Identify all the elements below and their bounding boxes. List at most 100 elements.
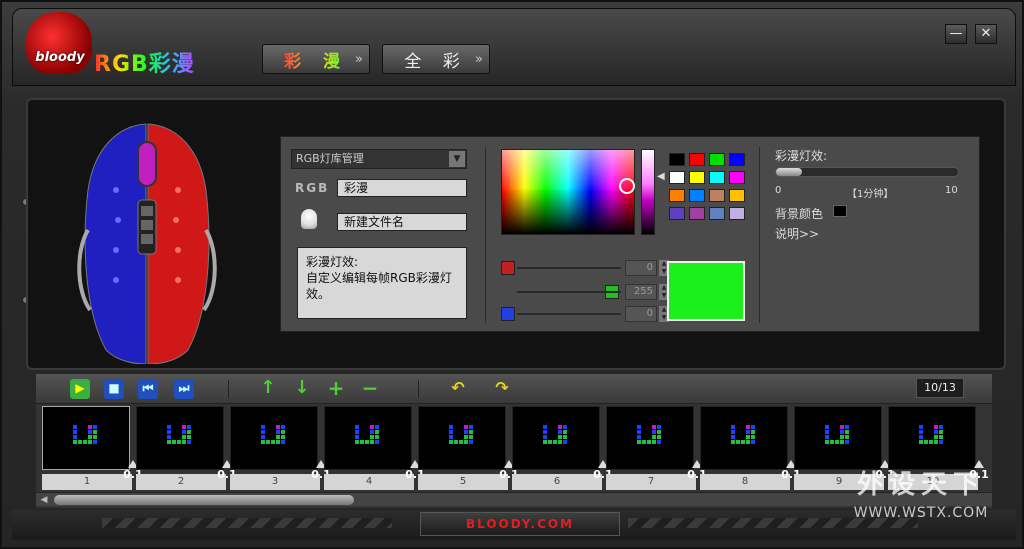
frame-item[interactable]: 7 0.1 <box>604 406 707 490</box>
watermark: 外设天下 WWW.WSTX.COM <box>826 464 1016 521</box>
led-dot <box>825 435 829 439</box>
color-swatch[interactable] <box>709 153 725 166</box>
green-slider[interactable]: 255 ▲ ▼ <box>501 283 669 301</box>
frame-thumbnail[interactable] <box>42 406 130 470</box>
effect-name-input[interactable]: 彩漫 <box>337 179 467 197</box>
scroll-thumb[interactable] <box>54 495 354 505</box>
effect-speed-label: 彩漫灯效: <box>775 149 828 163</box>
frame-item[interactable]: 4 0.1 <box>322 406 425 490</box>
color-swatch[interactable] <box>669 171 685 184</box>
frame-thumbnail[interactable] <box>418 406 506 470</box>
led-dot <box>652 425 656 429</box>
red-value[interactable]: 0 <box>625 260 657 276</box>
led-dot <box>746 440 750 444</box>
mouse-preview[interactable] <box>76 120 226 364</box>
green-value[interactable]: 255 <box>625 284 657 300</box>
led-dot <box>751 430 755 434</box>
led-dot <box>830 440 834 444</box>
color-swatch[interactable] <box>669 207 685 220</box>
led-dot <box>449 430 453 434</box>
arrow-up-icon[interactable]: ↑ <box>258 379 278 399</box>
color-swatch[interactable] <box>729 153 745 166</box>
blue-slider[interactable]: 0 ▲ ▼ <box>501 305 669 323</box>
led-dot <box>93 425 97 429</box>
frame-thumbnail[interactable] <box>136 406 224 470</box>
remove-frame-icon[interactable]: − <box>360 378 380 399</box>
color-swatch[interactable] <box>729 207 745 220</box>
led-dot <box>939 440 943 444</box>
led-dot <box>751 425 755 429</box>
watermark-url: WWW.WSTX.COM <box>853 505 989 521</box>
frame-item[interactable]: 8 0.1 <box>698 406 801 490</box>
led-dot <box>454 440 458 444</box>
frame-thumbnail[interactable] <box>230 406 318 470</box>
frame-thumbnail[interactable] <box>700 406 788 470</box>
led-dot <box>845 425 849 429</box>
blue-value[interactable]: 0 <box>625 306 657 322</box>
led-dot <box>464 440 468 444</box>
color-swatch[interactable] <box>689 171 705 184</box>
led-dot <box>657 425 661 429</box>
frame-item[interactable]: 5 0.1 <box>416 406 519 490</box>
tab-full-label: 全 彩 <box>404 51 468 72</box>
slider-thumb[interactable] <box>776 168 802 176</box>
frame-thumbnail[interactable] <box>606 406 694 470</box>
led-dot <box>355 440 359 444</box>
led-dot <box>751 440 755 444</box>
luminance-bar[interactable] <box>641 149 655 235</box>
background-color-swatch[interactable] <box>833 205 847 217</box>
led-dot <box>746 430 750 434</box>
frame-item[interactable]: 2 0.1 <box>134 406 237 490</box>
color-swatch[interactable] <box>709 189 725 202</box>
led-dot <box>919 440 923 444</box>
color-swatch[interactable] <box>669 189 685 202</box>
tab-full-color[interactable]: 全 彩 » <box>382 44 490 74</box>
frame-item[interactable]: 3 0.1 <box>228 406 331 490</box>
color-swatch[interactable] <box>709 207 725 220</box>
led-dot <box>266 440 270 444</box>
led-dot <box>469 425 473 429</box>
minimize-button[interactable]: — <box>945 24 967 44</box>
scroll-left-icon[interactable]: ◀ <box>38 494 50 506</box>
divider <box>418 380 419 398</box>
color-spectrum[interactable] <box>501 149 635 235</box>
close-button[interactable]: ✕ <box>975 24 997 44</box>
led-dot <box>459 440 463 444</box>
led-dot <box>261 430 265 434</box>
color-swatch[interactable] <box>689 207 705 220</box>
last-frame-icon[interactable]: ⏭ <box>174 379 194 399</box>
led-dot <box>182 430 186 434</box>
color-swatch[interactable] <box>729 189 745 202</box>
led-dot <box>88 435 92 439</box>
file-name-input[interactable]: 新建文件名 <box>337 213 467 231</box>
led-dot <box>261 440 265 444</box>
frame-thumbnail[interactable] <box>324 406 412 470</box>
help-link[interactable]: 说明>> <box>775 225 819 242</box>
effect-speed-slider[interactable] <box>775 167 959 177</box>
led-dot <box>548 440 552 444</box>
led-dot <box>746 435 750 439</box>
redo-icon[interactable]: ↷ <box>492 379 512 399</box>
color-swatch[interactable] <box>689 189 705 202</box>
led-dot <box>657 440 661 444</box>
library-select[interactable]: RGB灯库管理 ▼ <box>291 149 467 169</box>
frame-thumbnail[interactable] <box>888 406 976 470</box>
frame-item[interactable]: 1 0.1 <box>40 406 143 490</box>
color-swatch[interactable] <box>729 171 745 184</box>
red-slider[interactable]: 0 ▲ ▼ <box>501 259 669 277</box>
stop-icon[interactable]: ■ <box>104 379 124 399</box>
color-swatch[interactable] <box>709 171 725 184</box>
play-icon[interactable]: ▶ <box>70 379 90 399</box>
first-frame-icon[interactable]: ⏮ <box>138 379 158 399</box>
frame-item[interactable]: 6 0.1 <box>510 406 613 490</box>
led-dot <box>543 425 547 429</box>
led-dot <box>182 425 186 429</box>
color-swatch[interactable] <box>669 153 685 166</box>
arrow-down-icon[interactable]: ↓ <box>292 379 312 399</box>
color-swatch[interactable] <box>689 153 705 166</box>
tab-rgb-effect[interactable]: 彩 漫 » <box>262 44 370 74</box>
frame-thumbnail[interactable] <box>512 406 600 470</box>
frame-thumbnail[interactable] <box>794 406 882 470</box>
add-frame-icon[interactable]: + <box>326 378 346 399</box>
undo-icon[interactable]: ↶ <box>448 379 468 399</box>
